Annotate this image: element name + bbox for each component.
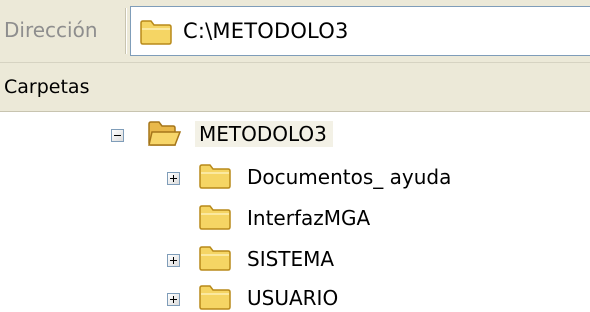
address-value: C:\METODOLO3: [183, 19, 349, 43]
folder-tree: METODOLO3 Documentos_ ayuda InterfazMGA …: [0, 112, 590, 312]
folder-icon: [198, 203, 232, 231]
tree-label[interactable]: Documentos_ ayuda: [247, 164, 451, 190]
folder-icon: [198, 162, 232, 190]
tree-row-sistema[interactable]: SISTEMA: [0, 241, 590, 277]
tree-label[interactable]: SISTEMA: [247, 246, 334, 272]
tree-row-documentos[interactable]: Documentos_ ayuda: [0, 159, 590, 195]
tree-label[interactable]: InterfazMGA: [247, 205, 370, 231]
address-label: Dirección: [4, 18, 98, 42]
tree-row-interfazmga[interactable]: InterfazMGA: [0, 200, 590, 236]
folders-pane-title: Carpetas: [4, 76, 90, 98]
expand-icon[interactable]: [167, 293, 180, 306]
tree-label[interactable]: USUARIO: [247, 285, 338, 311]
tree-row-usuario[interactable]: USUARIO: [0, 280, 590, 312]
address-bar: Dirección C:\METODOLO3: [0, 0, 590, 63]
folders-pane-header: Carpetas: [0, 63, 590, 112]
folder-icon: [139, 18, 173, 46]
folder-icon: [198, 283, 232, 311]
expand-icon[interactable]: [167, 172, 180, 185]
folder-icon: [198, 244, 232, 272]
address-separator: [125, 8, 127, 54]
address-input[interactable]: C:\METODOLO3: [130, 6, 590, 56]
tree-row-metodolo3[interactable]: METODOLO3: [0, 116, 590, 152]
open-folder-icon: [147, 119, 182, 147]
tree-label-root[interactable]: METODOLO3: [195, 121, 333, 147]
expand-icon[interactable]: [167, 254, 180, 267]
explorer-window: Dirección C:\METODOLO3 Carpetas METODOLO…: [0, 0, 590, 312]
collapse-icon[interactable]: [111, 129, 124, 142]
